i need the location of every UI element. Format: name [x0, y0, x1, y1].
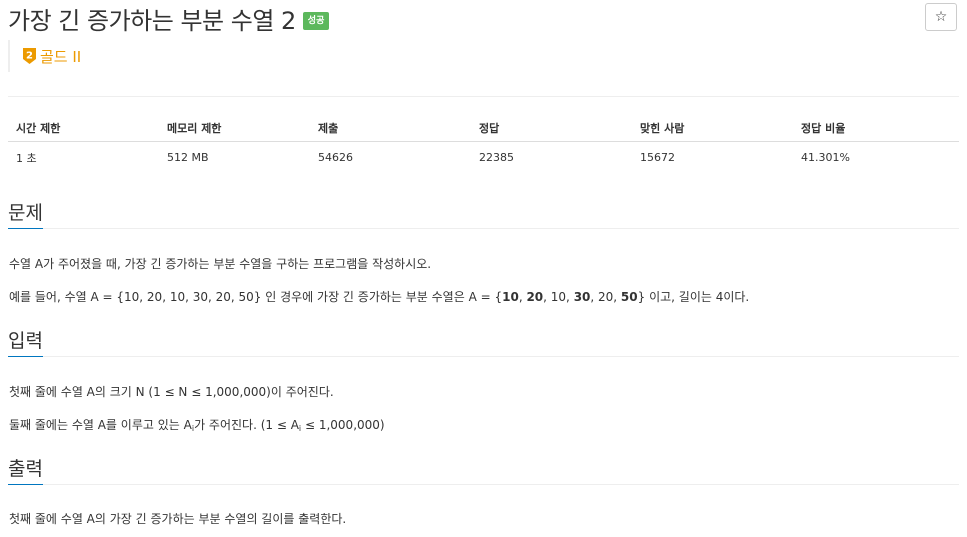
output-paragraph-1: 첫째 줄에 수열 A의 가장 긴 증가하는 부분 수열의 길이를 출력한다.	[9, 512, 347, 526]
table-header-row: 시간 제한 메모리 제한 제출 정답 맞힌 사람 정답 비율	[8, 114, 959, 142]
star-icon: ☆	[934, 9, 948, 25]
input-text-part: ≤ 1,000,000)	[301, 418, 385, 432]
output-section-header: 출력	[8, 458, 959, 485]
input-paragraph-1: 첫째 줄에 수열 A의 크기 N (1 ≤ N ≤ 1,000,000)이 주어…	[9, 385, 334, 399]
header-solvers: 맞힌 사람	[632, 114, 793, 142]
submissions-value: 54626	[318, 151, 353, 164]
input-section-header: 입력	[8, 330, 959, 357]
header-time-limit: 시간 제한	[8, 114, 159, 142]
tier-label: 골드 II	[40, 47, 82, 66]
table-row: 1 초 512 MB 54626 22385 15672 41.301%	[8, 142, 959, 174]
time-limit-value: 1 초	[16, 151, 37, 165]
status-badge: 성공	[302, 12, 330, 30]
gold-tier-icon: 2	[23, 48, 36, 64]
example-suffix: } 이고, 길이는 4이다.	[637, 290, 750, 304]
input-text-part: 둘째 줄에는 수열 A를 이루고 있는 A	[9, 418, 192, 432]
sequence-bold-10: 10	[502, 290, 519, 304]
input-title: 입력	[8, 330, 43, 357]
tier-number: 2	[26, 51, 33, 62]
description-section-header: 문제	[8, 202, 959, 229]
sequence-bold-30: 30	[573, 290, 591, 304]
header-memory-limit: 메모리 제한	[159, 114, 310, 142]
divider	[8, 96, 959, 97]
solvers-value: 15672	[640, 151, 675, 164]
accepted-value: 22385	[479, 151, 514, 164]
example-prefix: 예를 들어, 수열 A = {10, 20, 10, 30, 20, 50} 인…	[9, 290, 503, 304]
star-button[interactable]: ☆	[925, 3, 957, 31]
page-title: 가장 긴 증가하는 부분 수열 2	[8, 6, 296, 35]
header-accepted: 정답	[471, 114, 632, 142]
description-paragraph-2: 예를 들어, 수열 A = {10, 20, 10, 30, 20, 50} 인…	[9, 288, 749, 305]
sequence-bold-20: 20	[526, 290, 544, 304]
description-paragraph-1: 수열 A가 주어졌을 때, 가장 긴 증가하는 부분 수열을 구하는 프로그램을…	[9, 257, 432, 271]
header-ratio: 정답 비율	[793, 114, 959, 142]
sequence-sep: , 10,	[543, 290, 574, 304]
page-header: 가장 긴 증가하는 부분 수열 2 성공	[8, 2, 330, 35]
sequence-sep: , 20,	[590, 290, 621, 304]
output-title: 출력	[8, 458, 43, 485]
input-text-part: 가 주어진다. (1 ≤ A	[194, 418, 299, 432]
input-paragraph-2: 둘째 줄에는 수열 A를 이루고 있는 Ai가 주어진다. (1 ≤ Ai ≤ …	[9, 416, 385, 433]
problem-info-table: 시간 제한 메모리 제한 제출 정답 맞힌 사람 정답 비율 1 초 512 M…	[8, 114, 959, 173]
tier-badge[interactable]: 2 골드 II	[8, 40, 81, 72]
memory-limit-value: 512 MB	[167, 151, 209, 164]
ratio-value: 41.301%	[801, 151, 850, 164]
sequence-bold-50: 50	[620, 290, 638, 304]
description-title: 문제	[8, 202, 43, 229]
header-submissions: 제출	[310, 114, 471, 142]
